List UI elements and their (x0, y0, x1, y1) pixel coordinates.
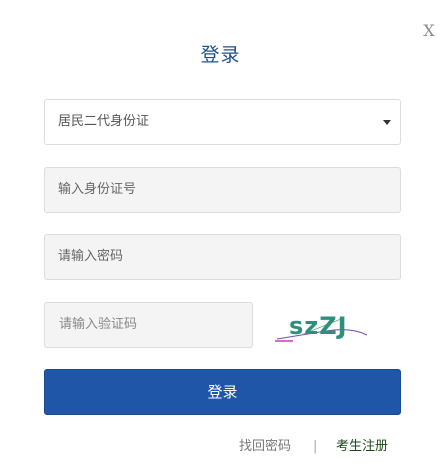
login-dialog: X 登录 居民二代身份证 输入身份证号 请输入密码 请输入验证码 szZJ 登录… (0, 0, 441, 469)
captcha-image[interactable]: szZJ (271, 305, 371, 347)
captcha-text: szZJ (289, 312, 348, 340)
forgot-password-link[interactable]: 找回密码 (239, 436, 291, 458)
captcha-input[interactable]: 请输入验证码 (44, 302, 253, 348)
register-link[interactable]: 考生注册 (336, 436, 388, 458)
footer-divider: | (313, 439, 318, 454)
dialog-title: 登录 (200, 44, 241, 66)
password-input[interactable]: 请输入密码 (44, 234, 401, 280)
id-type-selected-value: 居民二代身份证 (58, 114, 150, 129)
caret-down-icon (383, 120, 391, 125)
id-number-input[interactable]: 输入身份证号 (44, 167, 401, 213)
close-button[interactable]: X (421, 21, 437, 41)
id-type-select[interactable]: 居民二代身份证 (44, 99, 401, 145)
login-button[interactable]: 登录 (44, 369, 401, 415)
